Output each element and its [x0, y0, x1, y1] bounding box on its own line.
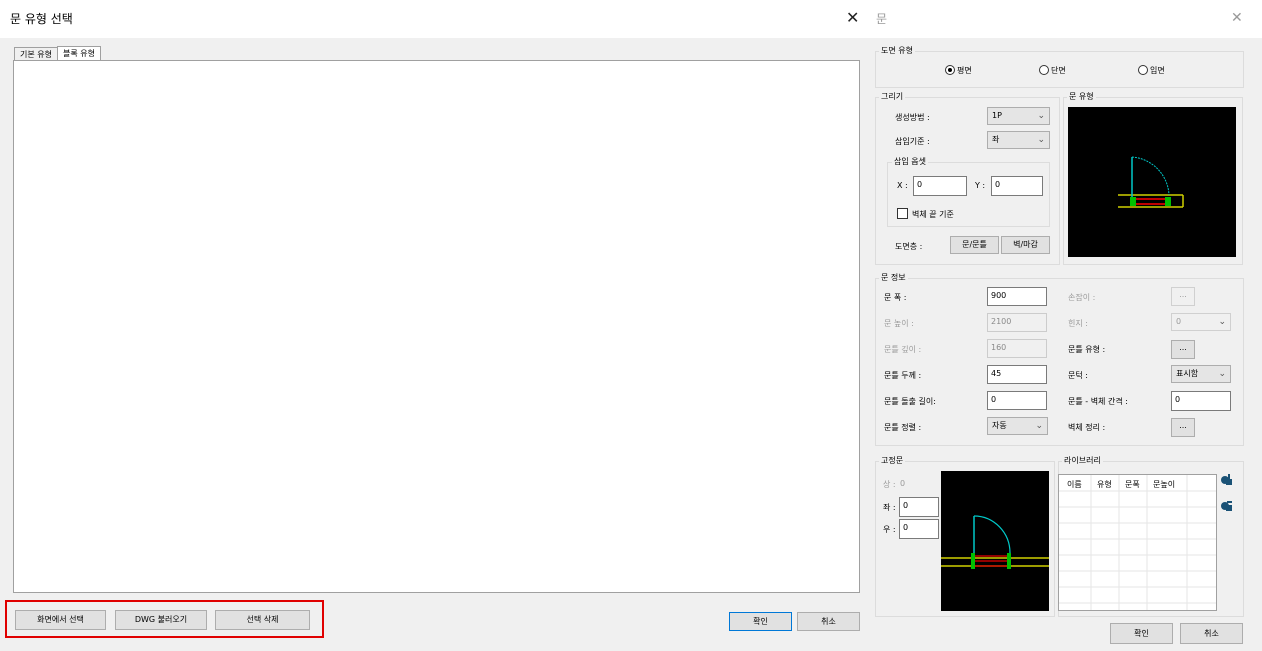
door-width-input[interactable]: 900: [987, 287, 1047, 306]
frame-align-value: 자동: [992, 421, 1007, 430]
frame-align-label: 문틀 정렬 :: [884, 423, 922, 432]
door-width-label: 문 폭 :: [884, 293, 907, 302]
library-grid-lines: [1059, 475, 1216, 610]
close-icon[interactable]: ✕: [1231, 10, 1243, 26]
radio-section-label: 단면: [1051, 66, 1066, 75]
library-list[interactable]: 이름 유형 문폭 문높이: [1058, 474, 1217, 611]
radio-plan-label: 평면: [957, 66, 972, 75]
y-offset-input[interactable]: 0: [991, 176, 1043, 196]
frame-protrusion-label: 문틀 돌출 길이:: [884, 397, 936, 406]
fixed-left-input[interactable]: 0: [899, 497, 939, 517]
delete-selection-button[interactable]: 선택 삭제: [215, 610, 310, 630]
library-add-icon[interactable]: [1220, 474, 1232, 486]
insert-offset-label: 삽입 옵셋: [892, 156, 928, 167]
handle-button[interactable]: ...: [1171, 287, 1195, 306]
method-value: 1P: [992, 111, 1002, 120]
door-info-label: 문 정보: [879, 272, 908, 283]
frame-thickness-label: 문틀 두께 :: [884, 371, 922, 380]
method-label: 생성방법 :: [895, 113, 930, 122]
cancel-button[interactable]: 취소: [797, 612, 860, 631]
frame-depth-input[interactable]: 160: [987, 339, 1047, 358]
fixed-left-label: 좌 :: [883, 503, 896, 512]
insert-base-value: 좌: [992, 135, 1000, 144]
door-type-preview: [1068, 107, 1236, 257]
library-col-height: 문높이: [1153, 480, 1176, 489]
wall-finish-layer-button[interactable]: 벽/마감: [1001, 236, 1050, 254]
door-height-label: 문 높이 :: [884, 319, 914, 328]
handle-label: 손잡이 :: [1068, 293, 1096, 302]
dialog-title: 문: [876, 12, 888, 26]
frame-type-label: 문틀 유형 :: [1068, 345, 1106, 354]
door-frame-layer-button[interactable]: 문/문틀: [950, 236, 999, 254]
hinge-label: 힌지 :: [1068, 319, 1088, 328]
frame-protrusion-input[interactable]: 0: [987, 391, 1047, 410]
radio-elevation-label: 입면: [1150, 66, 1165, 75]
frame-wall-gap-label: 문틀 - 벽체 간격 :: [1068, 397, 1128, 406]
threshold-value: 표시함: [1176, 369, 1199, 378]
wall-end-label: 벽체 끝 기준: [912, 210, 954, 219]
drawing-type-label: 도면 유형: [879, 45, 915, 56]
radio-elevation[interactable]: [1138, 65, 1148, 75]
library-col-width: 문폭: [1125, 480, 1140, 489]
insert-base-combo[interactable]: 좌 ⌄: [987, 131, 1050, 149]
chevron-down-icon: ⌄: [1218, 317, 1226, 327]
door-height-input[interactable]: 2100: [987, 313, 1047, 332]
ok-button[interactable]: 확인: [1110, 623, 1173, 644]
radio-plan[interactable]: [945, 65, 955, 75]
title-bar: 문 ✕: [870, 0, 1262, 38]
tab-block-type[interactable]: 블록 유형: [57, 46, 101, 61]
fixed-door-preview: [941, 471, 1049, 611]
x-offset-input[interactable]: 0: [913, 176, 967, 196]
chevron-down-icon: ⌄: [1218, 369, 1226, 379]
fixed-door-label: 고정문: [879, 455, 906, 466]
frame-align-combo[interactable]: 자동 ⌄: [987, 417, 1048, 435]
dialog-title: 문 유형 선택: [10, 12, 73, 26]
threshold-combo[interactable]: 표시함 ⌄: [1171, 365, 1231, 383]
fixed-door-drawing: [941, 515, 1049, 569]
fixed-right-label: 우 :: [883, 525, 896, 534]
library-label: 라이브러리: [1062, 455, 1103, 466]
frame-thickness-input[interactable]: 45: [987, 365, 1047, 384]
ok-button[interactable]: 확인: [729, 612, 792, 631]
door-preview-drawing: [1118, 156, 1184, 208]
chevron-down-icon: ⌄: [1035, 421, 1043, 431]
method-combo[interactable]: 1P ⌄: [987, 107, 1050, 125]
frame-depth-label: 문틀 깊이 :: [884, 345, 922, 354]
cancel-button[interactable]: 취소: [1180, 623, 1243, 644]
layer-label: 도면층 :: [895, 242, 923, 251]
library-col-name: 이름: [1067, 480, 1082, 489]
library-remove-icon[interactable]: [1220, 500, 1232, 512]
hinge-combo[interactable]: 0 ⌄: [1171, 313, 1231, 331]
wall-cleanup-label: 벽체 정리 :: [1068, 423, 1106, 432]
fixed-right-input[interactable]: 0: [899, 519, 939, 539]
chevron-down-icon: ⌄: [1037, 135, 1045, 145]
frame-type-button[interactable]: ...: [1171, 340, 1195, 359]
radio-section[interactable]: [1039, 65, 1049, 75]
title-bar: 문 유형 선택 ✕: [0, 0, 870, 38]
hinge-value: 0: [1176, 317, 1182, 326]
close-icon[interactable]: ✕: [846, 8, 859, 27]
chevron-down-icon: ⌄: [1037, 111, 1045, 121]
draw-label: 그리기: [879, 91, 906, 102]
block-type-panel: [13, 60, 860, 593]
y-label: Y :: [975, 181, 986, 190]
fixed-top-value: 0: [900, 479, 906, 488]
threshold-label: 문턱 :: [1068, 371, 1088, 380]
insert-base-label: 삽입기준 :: [895, 137, 930, 146]
door-type-label: 문 유형: [1067, 91, 1096, 102]
x-label: X :: [897, 181, 908, 190]
door-type-select-dialog: 문 유형 선택 ✕ 기본 유형 블록 유형 화면에서 선택 DWG 불러오기 선…: [0, 0, 870, 651]
frame-wall-gap-input[interactable]: 0: [1171, 391, 1231, 411]
select-on-screen-button[interactable]: 화면에서 선택: [15, 610, 106, 630]
tab-basic-type[interactable]: 기본 유형: [14, 47, 58, 61]
door-dialog: 문 ✕ 도면 유형 평면 단면 입면 그리기 생성방법 : 1P ⌄ 삽입기준 …: [870, 0, 1262, 651]
wall-end-checkbox[interactable]: [897, 208, 908, 219]
wall-cleanup-button[interactable]: ...: [1171, 418, 1195, 437]
library-col-type: 유형: [1097, 480, 1112, 489]
load-dwg-button[interactable]: DWG 불러오기: [115, 610, 207, 630]
fixed-top-label: 상 :: [883, 480, 896, 489]
